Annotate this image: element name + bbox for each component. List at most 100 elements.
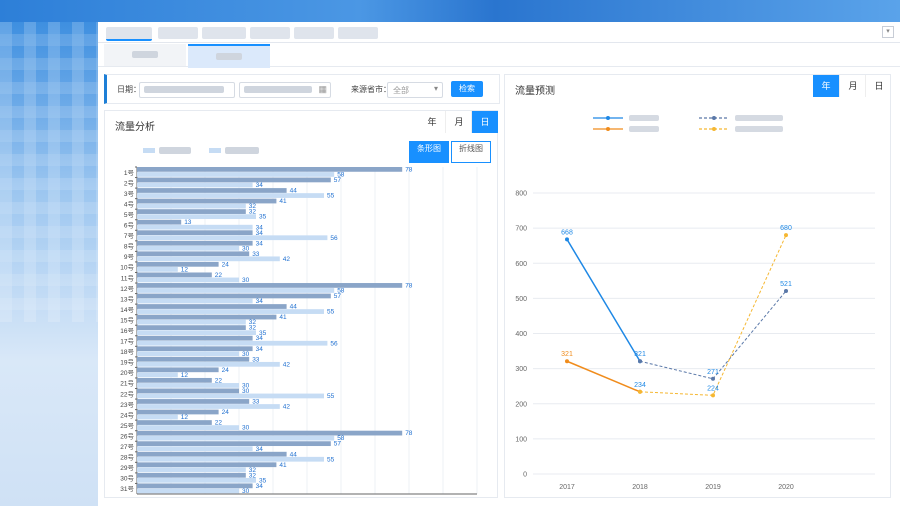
y-tick-label: 9号 [124,253,135,261]
bar [137,209,246,214]
y-tick-label: 30号 [120,475,134,483]
legend-label [629,126,659,132]
bar [137,256,280,262]
bar-value-label: 57 [334,441,342,448]
x-tick-label: 2017 [559,484,575,491]
calendar-icon[interactable]: ▦ [318,84,327,95]
y-tick-label: 16号 [120,327,134,335]
filter-bar: 日期： ▦ 来源省市： 全部 ▾ 检索 [104,74,500,104]
bar [137,230,253,236]
bar [137,483,253,489]
bar [137,367,219,373]
tab-menu-icon[interactable]: ▾ [882,26,894,38]
bar-value-label: 12 [181,372,189,379]
bar [137,293,331,299]
bar [137,214,256,220]
bar-value-label: 35 [259,214,267,221]
bar [137,456,324,462]
region-label: 来源省市： [351,85,391,94]
end-date-input[interactable]: ▦ [239,82,331,98]
y-tick-label: 5号 [124,211,135,219]
bar [137,425,239,430]
y-tick-label: 8号 [124,243,135,251]
bar-value-label: 24 [222,367,230,374]
bar-value-label: 42 [283,256,291,263]
data-label: 224 [707,385,719,392]
bar-value-label: 56 [330,340,338,347]
page-tab[interactable] [202,27,246,39]
bar [137,219,182,225]
page-tab[interactable] [294,27,334,39]
y-tick-label: 500 [515,296,527,303]
bar [137,451,287,457]
data-point [711,393,715,398]
bar-value-label: 41 [279,462,287,469]
bar [137,172,335,177]
bar-value-label: 55 [327,393,335,400]
page-tab[interactable] [106,27,152,41]
bar [137,188,287,193]
bar [137,351,239,357]
bar [137,409,219,415]
bar [137,182,253,188]
page-tab[interactable] [338,27,378,39]
bar-value-label: 34 [256,483,264,490]
data-label: 321 [561,351,573,358]
sub-tab-bar [98,44,900,68]
bar [137,288,335,293]
bar [137,488,239,494]
y-tick-label: 600 [515,261,527,268]
page-tab[interactable] [250,27,290,39]
series-line [566,238,641,362]
y-tick-label: 700 [515,226,527,233]
bar [137,372,178,378]
y-tick-label: 27号 [120,443,134,451]
bar-value-label: 55 [327,309,335,316]
y-tick-label: 24号 [120,411,134,419]
y-tick-label: 7号 [124,232,135,240]
data-point [711,376,715,381]
bar [137,167,403,172]
bar [137,420,212,425]
bar [137,393,324,399]
bar-value-label: 42 [283,361,291,368]
y-tick-label: 2号 [124,179,135,187]
line-chart: 0 100 200 300 400 500 600 700 800 2017 2018 2019 202… [515,115,875,491]
y-tick-label: 25号 [120,422,134,430]
y-tick-label: 1号 [124,169,135,177]
start-date-input[interactable] [139,82,235,98]
sub-tab[interactable] [104,44,186,66]
bar [137,383,239,388]
legend-marker [712,127,716,131]
data-label: 680 [780,225,792,232]
bar [137,388,239,394]
legend-marker [712,116,716,120]
bar [137,414,178,420]
search-button[interactable]: 检索 [451,81,483,97]
data-point [565,359,569,364]
app-window: ▾ 日期： ▦ 来源省市： 全部 ▾ 检索 流量分析 年 月 日 条形图 折线图… [98,22,900,506]
traffic-analysis-panel: 流量分析 年 月 日 条形图 折线图 010203040506070809010… [104,110,498,498]
bar-value-label: 57 [334,293,342,300]
y-tick-label: 11号 [121,274,135,282]
bar-value-label: 34 [256,446,264,453]
y-tick-label: 14号 [120,306,134,314]
bar [137,283,403,288]
y-tick-label: 20号 [120,369,134,377]
bar-value-label: 78 [405,166,413,173]
bar [137,235,328,241]
page-tab[interactable] [158,27,198,39]
bar [137,356,250,362]
bar-value-label: 34 [256,240,264,247]
bar-value-label: 34 [256,182,264,189]
bar-value-label: 57 [334,177,342,184]
bar [137,304,287,309]
bar [137,430,403,436]
sub-tab-active[interactable] [188,44,270,68]
region-select[interactable]: 全部 ▾ [387,82,443,98]
y-tick-label: 17号 [120,338,134,346]
y-tick-label: 31号 [120,485,134,493]
bar-value-label: 34 [256,298,264,305]
y-tick-label: 800 [515,191,527,198]
y-tick-label: 10号 [120,264,134,272]
